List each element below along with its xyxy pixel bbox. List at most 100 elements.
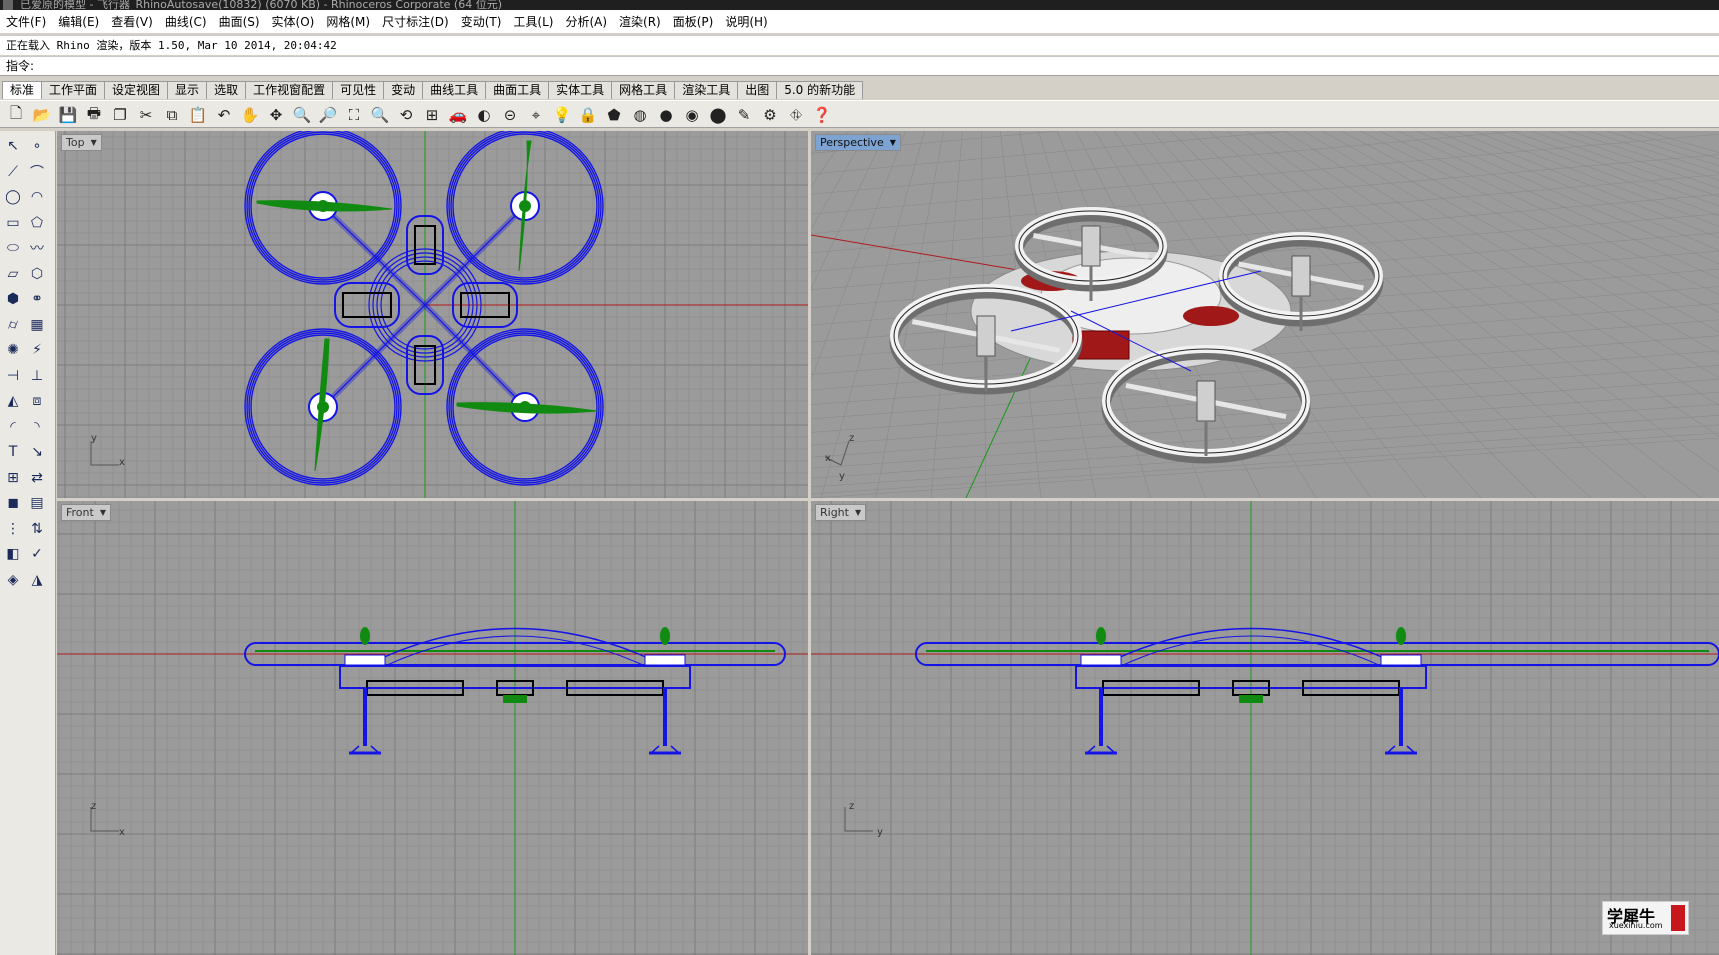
- menu-panels[interactable]: 面板(P): [667, 13, 720, 30]
- lightning-icon[interactable]: ⚡: [26, 339, 48, 361]
- ellipse-icon[interactable]: ⬭: [2, 237, 24, 259]
- menu-transform[interactable]: 变动(T): [455, 13, 508, 30]
- array-icon[interactable]: ⊞: [2, 467, 24, 489]
- tab-solid-tools[interactable]: 实体工具: [548, 81, 613, 99]
- gear-icon[interactable]: ✺: [2, 339, 24, 361]
- zoom-window-icon[interactable]: 🔎: [317, 104, 339, 126]
- tab-select[interactable]: 选取: [206, 81, 247, 99]
- polygon-icon[interactable]: ⬠: [26, 212, 48, 234]
- check-icon[interactable]: ✓: [26, 543, 48, 565]
- tab-transform[interactable]: 变动: [383, 81, 424, 99]
- sphere-render-icon[interactable]: ⬤: [707, 104, 729, 126]
- four-view-icon[interactable]: ⊞: [421, 104, 443, 126]
- paste-icon[interactable]: 📋: [187, 104, 209, 126]
- tab-set-view[interactable]: 设定视图: [104, 81, 169, 99]
- menu-render[interactable]: 渲染(R): [613, 13, 667, 30]
- patch-icon[interactable]: ⬡: [26, 263, 48, 285]
- pen-icon[interactable]: ✎: [733, 104, 755, 126]
- sphere-ghost-icon[interactable]: ◉: [681, 104, 703, 126]
- command-line[interactable]: 指令:: [0, 56, 1719, 76]
- render-preview-icon[interactable]: ◐: [473, 104, 495, 126]
- text-icon[interactable]: T: [2, 441, 24, 463]
- solid-box-icon[interactable]: ◼: [2, 492, 24, 514]
- surface-icon[interactable]: ▱: [2, 263, 24, 285]
- spheres-icon[interactable]: ⚭: [26, 288, 48, 310]
- menu-view[interactable]: 查看(V): [105, 13, 159, 30]
- chevron-down-icon[interactable]: ▼: [890, 135, 896, 150]
- boolean-icon[interactable]: ◭: [2, 390, 24, 412]
- tab-surface-tools[interactable]: 曲面工具: [485, 81, 550, 99]
- box-icon[interactable]: ⬢: [2, 288, 24, 310]
- mirror-icon[interactable]: ⇅: [26, 518, 48, 540]
- polyline-icon[interactable]: ⟋: [2, 161, 24, 183]
- hatch-icon[interactable]: ▤: [26, 492, 48, 514]
- right-view-canvas[interactable]: [811, 501, 1719, 955]
- tab-cplanes[interactable]: 工作平面: [41, 81, 106, 99]
- zoom-selected-icon[interactable]: 🔍: [369, 104, 391, 126]
- menu-curve[interactable]: 曲线(C): [159, 13, 213, 30]
- viewport-perspective-label[interactable]: Perspective ▼: [815, 134, 901, 151]
- menu-dimension[interactable]: 尺寸标注(D): [376, 13, 455, 30]
- front-view-canvas[interactable]: [57, 501, 808, 955]
- menu-surface[interactable]: 曲面(S): [213, 13, 266, 30]
- zoom-extents-icon[interactable]: ⛶: [343, 104, 365, 126]
- tab-mesh-tools[interactable]: 网格工具: [611, 81, 676, 99]
- rotate-icon[interactable]: ⟲: [395, 104, 417, 126]
- top-view-canvas[interactable]: [57, 131, 808, 498]
- chevron-down-icon[interactable]: ▼: [855, 505, 861, 520]
- snap-icon[interactable]: ⌖: [525, 104, 547, 126]
- perspective-view-canvas[interactable]: [811, 131, 1719, 498]
- paint-icon[interactable]: ◮: [26, 569, 48, 591]
- split-icon[interactable]: ⊥: [26, 365, 48, 387]
- tab-standard[interactable]: 标准: [2, 81, 43, 99]
- material-icon[interactable]: ⬟: [603, 104, 625, 126]
- tab-viewport-layout[interactable]: 工作视窗配置: [245, 81, 334, 99]
- cut-icon[interactable]: ✂: [135, 104, 157, 126]
- menu-solid[interactable]: 实体(O): [266, 13, 321, 30]
- viewport-right-label[interactable]: Right ▼: [815, 504, 867, 521]
- grid-array-icon[interactable]: ⋮: [2, 518, 24, 540]
- new-icon[interactable]: 🗋: [5, 104, 27, 126]
- settings-icon[interactable]: ⚙: [759, 104, 781, 126]
- car-icon[interactable]: 🚗: [447, 104, 469, 126]
- color-wheel-icon[interactable]: ◍: [629, 104, 651, 126]
- solid-edit-icon[interactable]: ⧈: [26, 390, 48, 412]
- undo-icon[interactable]: ↶: [213, 104, 235, 126]
- curve-icon[interactable]: ⌒: [26, 161, 48, 183]
- mesh-icon[interactable]: ▦: [26, 314, 48, 336]
- sphere-shaded-icon[interactable]: ●: [655, 104, 677, 126]
- blend-icon[interactable]: ◝: [26, 416, 48, 438]
- light-icon[interactable]: 💡: [551, 104, 573, 126]
- select-arrow-icon[interactable]: ↖: [2, 135, 24, 157]
- lock-icon[interactable]: 🔒: [577, 104, 599, 126]
- viewport-top[interactable]: Top ▼ y x: [57, 131, 808, 498]
- viewport-perspective[interactable]: Perspective ▼ z x y: [811, 131, 1719, 498]
- menu-edit[interactable]: 编辑(E): [52, 13, 105, 30]
- zoom-icon[interactable]: 🔍: [291, 104, 313, 126]
- chevron-down-icon[interactable]: ▼: [91, 135, 97, 150]
- dimension-icon[interactable]: ↘: [26, 441, 48, 463]
- menu-help[interactable]: 说明(H): [719, 13, 773, 30]
- fillet-icon[interactable]: ◜: [2, 416, 24, 438]
- circle-icon[interactable]: ◯: [2, 186, 24, 208]
- tab-display[interactable]: 显示: [167, 81, 208, 99]
- tab-new-in-v5[interactable]: 5.0 的新功能: [776, 81, 864, 99]
- rotate-view-icon[interactable]: ✥: [265, 104, 287, 126]
- help-icon[interactable]: ❓: [811, 104, 833, 126]
- copy-icon[interactable]: ⧉: [161, 104, 183, 126]
- viewport-front-label[interactable]: Front ▼: [61, 504, 111, 521]
- extrude-icon[interactable]: ◧: [2, 543, 24, 565]
- tab-render-tools[interactable]: 渲染工具: [674, 81, 739, 99]
- print-icon[interactable]: 🖶: [83, 104, 105, 126]
- tab-visibility[interactable]: 可见性: [332, 81, 385, 99]
- freeform-icon[interactable]: 〰: [26, 237, 48, 259]
- arc-icon[interactable]: ◠: [26, 186, 48, 208]
- tab-curve-tools[interactable]: 曲线工具: [422, 81, 487, 99]
- trim-icon[interactable]: ⊣: [2, 365, 24, 387]
- transform-icon[interactable]: ⇄: [26, 467, 48, 489]
- viewport-right[interactable]: Right ▼ z y 学犀牛 xuexiniu.com: [811, 501, 1719, 955]
- rectangle-icon[interactable]: ▭: [2, 212, 24, 234]
- cplane-icon[interactable]: ⊝: [499, 104, 521, 126]
- point-icon[interactable]: ∘: [26, 135, 48, 157]
- import-icon[interactable]: ❐: [109, 104, 131, 126]
